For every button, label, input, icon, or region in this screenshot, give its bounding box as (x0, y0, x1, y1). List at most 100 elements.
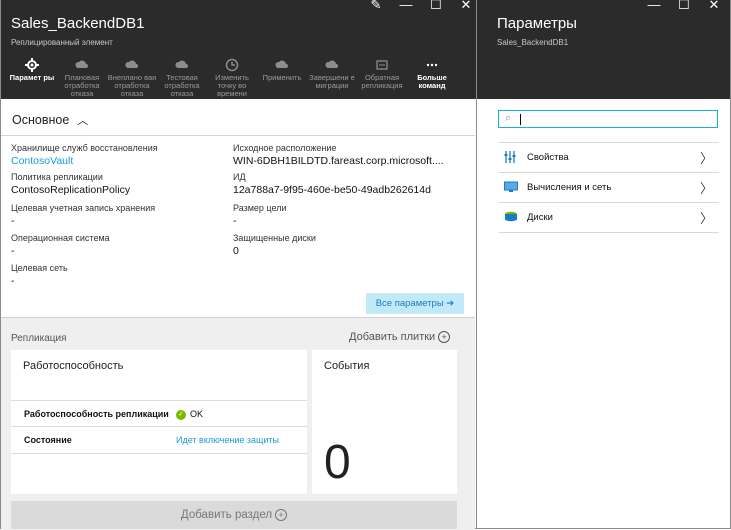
settings-command[interactable]: Парамет ры (7, 58, 57, 100)
more-icon (426, 63, 438, 67)
more-commands[interactable]: Больше команд (407, 58, 457, 100)
divider (1, 135, 475, 136)
disks-label: Защищенные диски (233, 233, 316, 243)
vault-link[interactable]: ContosoVault (11, 155, 73, 167)
network-value: - (11, 275, 15, 287)
settings-item-label: Свойства (527, 152, 569, 163)
blade-header: Sales_BackendDB1 Реплицированный элемент… (1, 0, 476, 99)
unplanned-failover-label: Внеплано вая отработка отказа (107, 73, 157, 98)
change-recovery-point-command[interactable]: Изменить точку во времени (207, 58, 257, 100)
events-title: События (324, 360, 370, 372)
essentials-title: Основное (12, 113, 70, 127)
complete-migration-command[interactable]: Завершени е миграции (307, 58, 357, 100)
blade-title: Sales_BackendDB1 (11, 15, 145, 32)
test-failover-label: Тестовая отработка отказа (164, 73, 200, 98)
network-label: Целевая сеть (11, 263, 68, 273)
id-label: ИД (233, 172, 246, 182)
chevron-up-icon: ︿ (77, 115, 89, 127)
events-tile[interactable]: События 0 (312, 350, 457, 494)
size-value: - (233, 215, 237, 227)
blade-subtitle: Sales_BackendDB1 (497, 38, 569, 47)
reverse-icon (376, 60, 388, 70)
storage-value: - (11, 215, 15, 227)
commit-command[interactable]: Применить (257, 58, 307, 100)
health-title: Работоспособность (23, 360, 124, 372)
blade-header: Параметры Sales_BackendDB1 — ☐ ✕ (477, 0, 730, 99)
cloud-check-icon (175, 60, 188, 68)
properties-icon (504, 151, 516, 163)
more-commands-label: Больше команд (417, 73, 447, 90)
settings-blade: Параметры Sales_BackendDB1 — ☐ ✕ (477, 0, 731, 529)
settings-item-properties[interactable]: Свойства 〉 (499, 142, 719, 172)
plus-icon: + (438, 331, 451, 344)
pin-icon[interactable]: ✎ (361, 0, 391, 12)
settings-item-label: Вычисления и сеть (527, 182, 612, 193)
chevron-right-icon: 〉 (699, 181, 713, 196)
essentials-toggle[interactable]: Основное ︿ (12, 112, 88, 128)
storage-label: Целевая учетная запись хранения (11, 203, 156, 213)
cloud-check-icon (275, 60, 288, 68)
settings-item-disks[interactable]: Диски 〉 (499, 202, 719, 233)
cloud-arrow-icon (75, 60, 88, 68)
cloud-warning-icon (125, 60, 138, 68)
command-bar: Парамет ры Плановая отработка отказа Вне… (7, 58, 457, 100)
add-tiles-button[interactable]: Добавить плитки + (349, 331, 451, 344)
add-tiles-label: Добавить плитки (349, 331, 436, 343)
vault-label: Хранилище служб восстановления (11, 143, 158, 153)
health-tile[interactable]: Работоспособность Работоспособность репл… (11, 350, 307, 494)
close-icon[interactable]: ✕ (699, 0, 729, 12)
planned-failover-label: Плановая отработка отказа (64, 73, 100, 98)
add-section-button[interactable]: Добавить раздел + (11, 501, 457, 529)
chevron-right-icon: 〉 (699, 151, 713, 166)
os-value: - (11, 245, 15, 257)
planned-failover-command[interactable]: Плановая отработка отказа (57, 58, 107, 100)
events-count: 0 (324, 436, 351, 489)
source-value: WIN-6DBH1BILDTD.fareast.corp.microsoft..… (233, 155, 444, 167)
status-label: Состояние (24, 435, 72, 445)
replication-health-value: ✓ OK (176, 409, 203, 420)
settings-command-label: Парамет ры (9, 73, 55, 82)
settings-item-compute-network[interactable]: Вычисления и сеть 〉 (499, 172, 719, 202)
settings-item-label: Диски (527, 212, 553, 223)
window-controls: — ☐ ✕ (639, 0, 729, 12)
complete-migration-label: Завершени е миграции (309, 73, 355, 90)
maximize-icon[interactable]: ☐ (421, 0, 451, 12)
all-settings-button[interactable]: Все параметры ➔ (366, 293, 464, 314)
unplanned-failover-command[interactable]: Внеплано вая отработка отказа (107, 58, 157, 100)
reverse-replication-command[interactable]: Обратная репликация (357, 58, 407, 100)
policy-value: ContosoReplicationPolicy (11, 184, 131, 196)
policy-label: Политика репликации (11, 172, 103, 182)
id-value: 12a788a7-9f95-460e-be50-49adb262614d (233, 184, 431, 196)
os-label: Операционная система (11, 233, 110, 243)
cloud-done-icon (325, 60, 338, 68)
source-label: Исходное расположение (233, 143, 337, 153)
add-section-label: Добавить раздел (180, 509, 273, 521)
plus-icon: + (275, 508, 288, 521)
compute-network-icon (504, 181, 518, 192)
reverse-replication-label: Обратная репликация (361, 73, 403, 90)
blade-title: Параметры (497, 15, 577, 32)
replication-title: Репликация (11, 333, 67, 344)
window-controls: ✎ — ☐ ✕ (361, 0, 481, 12)
replication-health-label: Работоспособность репликации (24, 409, 169, 419)
search-icon: ⌕ (505, 112, 512, 124)
disks-icon (505, 211, 517, 222)
check-icon: ✓ (176, 409, 186, 420)
table-row: Работоспособность репликации ✓ OK (11, 400, 307, 427)
chevron-right-icon: 〉 (699, 211, 713, 226)
minimize-icon[interactable]: — (639, 0, 669, 12)
gear-icon (25, 58, 39, 72)
table-row: Состояние Идет включение защиты (11, 426, 307, 454)
search-input[interactable]: ⌕ (498, 110, 718, 128)
size-label: Размер цели (233, 203, 287, 213)
minimize-icon[interactable]: — (391, 0, 421, 12)
disks-value: 0 (233, 245, 239, 257)
status-link[interactable]: Идет включение защиты (176, 435, 279, 445)
text-cursor (520, 114, 521, 125)
commit-label: Применить (262, 73, 302, 82)
clock-icon (225, 58, 239, 72)
maximize-icon[interactable]: ☐ (669, 0, 699, 12)
test-failover-command[interactable]: Тестовая отработка отказа (157, 58, 207, 100)
change-recovery-point-label: Изменить точку во времени (215, 73, 249, 98)
blade-subtitle: Реплицированный элемент (11, 38, 113, 47)
